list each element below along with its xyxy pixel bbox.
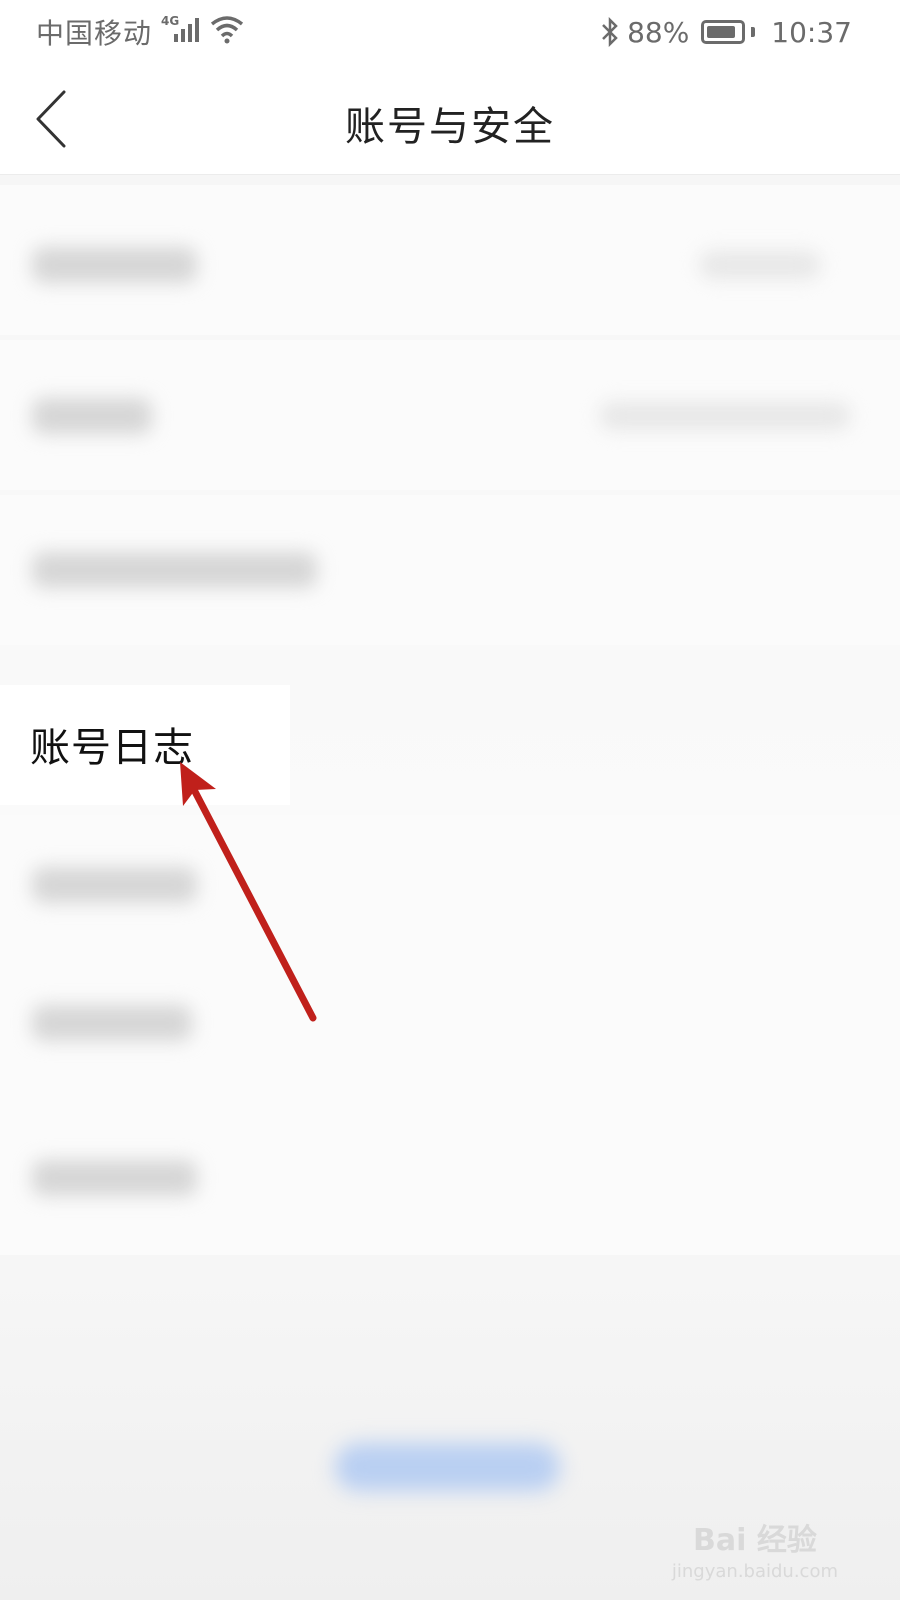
- page-title: 账号与安全: [345, 104, 555, 150]
- settings-list: 账号日志: [0, 175, 900, 1600]
- wifi-icon: [210, 16, 244, 44]
- watermark: Bai 经验 jingyan.baidu.com: [672, 1515, 838, 1582]
- list-item[interactable]: [0, 955, 900, 1105]
- watermark-url: jingyan.baidu.com: [671, 1561, 838, 1582]
- status-right-group: 88% 10:37: [601, 12, 852, 52]
- list-item[interactable]: [0, 340, 900, 490]
- blurred-value: [700, 251, 820, 279]
- status-bar: 中国移动 4G 88% 10:37: [0, 0, 900, 64]
- account-log-item-label[interactable]: 账号日志: [30, 715, 194, 773]
- bluetooth-icon: [602, 17, 618, 47]
- battery-tip: [751, 27, 756, 37]
- signal-strength-icon: [174, 18, 199, 42]
- battery-percent: 88%: [627, 15, 690, 49]
- blurred-label: [32, 867, 197, 903]
- battery-icon: [701, 20, 746, 44]
- list-item[interactable]: [0, 1105, 900, 1255]
- watermark-brand: Bai 经验: [693, 1523, 817, 1558]
- blurred-label: [32, 552, 317, 588]
- blurred-label: [32, 1160, 197, 1196]
- list-item[interactable]: [0, 495, 900, 645]
- list-item[interactable]: [0, 815, 900, 965]
- blurred-label: [32, 247, 197, 283]
- list-item[interactable]: [0, 185, 900, 335]
- battery-level-fill: [707, 26, 736, 38]
- blurred-value: [600, 402, 850, 430]
- navigation-bar: 账号与安全: [0, 64, 900, 175]
- carrier-name: 中国移动: [36, 17, 153, 50]
- blurred-label: [32, 398, 152, 434]
- blurred-label: [32, 1005, 192, 1041]
- blurred-action-button[interactable]: [335, 1443, 560, 1491]
- clock: 10:37: [771, 15, 852, 49]
